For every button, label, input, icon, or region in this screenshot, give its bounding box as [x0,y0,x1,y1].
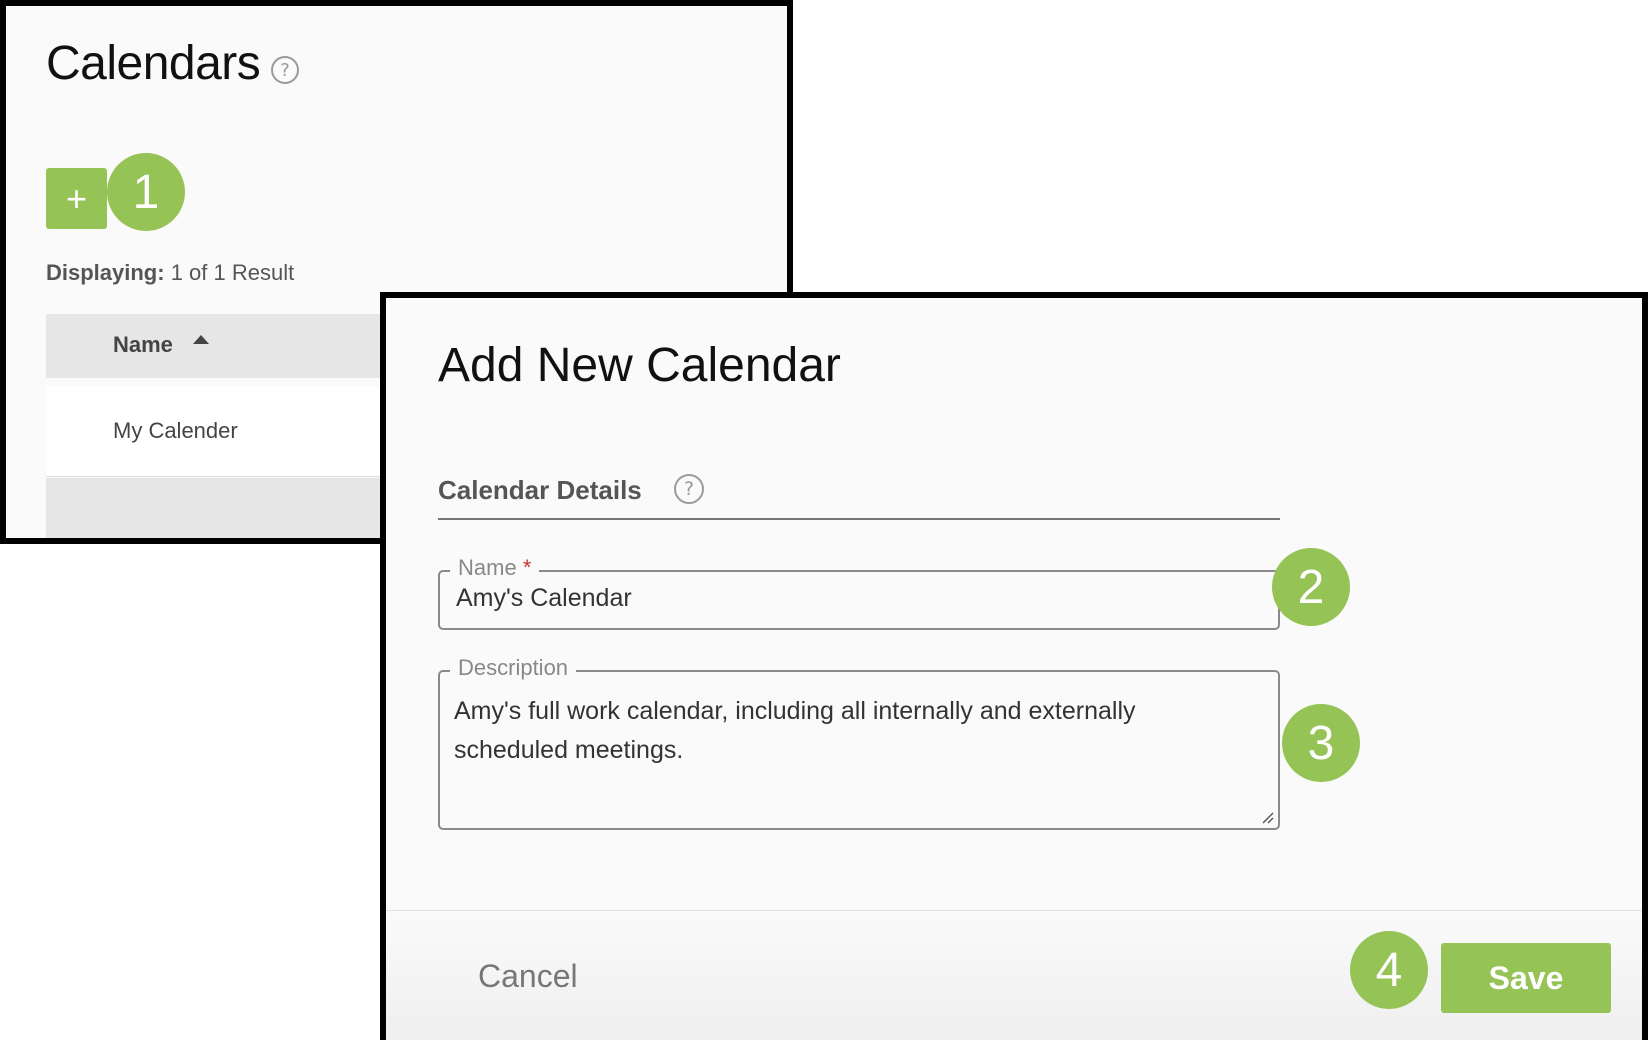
name-field-label: Name * [450,555,540,581]
sort-ascending-icon[interactable] [193,335,209,344]
resize-handle-icon[interactable] [1260,810,1274,824]
step-badge-4: 4 [1350,931,1428,1009]
result-count: Displaying: 1 of 1 Result [46,260,294,286]
step-badge-3: 3 [1282,704,1360,782]
name-input[interactable]: Amy's Calendar [456,584,632,613]
page-title: Calendars [46,37,261,90]
help-icon[interactable]: ? [271,56,299,84]
name-field[interactable]: Name * Amy's Calendar [438,555,1280,630]
step-badge-2: 2 [1272,548,1350,626]
add-calendar-modal: Add New Calendar Calendar Details ? Name… [380,292,1648,1040]
section-divider [438,518,1280,520]
add-calendar-button[interactable]: + [46,168,107,229]
description-field[interactable]: Description Amy's full work calendar, in… [438,655,1280,830]
description-textarea[interactable]: Amy's full work calendar, including all … [454,692,1218,770]
step-badge-1: 1 [107,153,185,231]
displaying-value: 1 of 1 Result [170,260,295,285]
column-header-name[interactable]: Name [113,332,173,358]
name-label-text: Name [458,555,517,580]
required-marker: * [522,555,532,580]
save-button[interactable]: Save [1441,943,1611,1013]
section-title: Calendar Details [438,475,642,505]
displaying-label: Displaying: [46,260,165,285]
cancel-button[interactable]: Cancel [478,958,578,995]
help-icon[interactable]: ? [674,474,704,504]
calendar-name-cell[interactable]: My Calender [113,418,238,444]
modal-title: Add New Calendar [438,339,841,392]
description-field-label: Description [450,655,577,681]
